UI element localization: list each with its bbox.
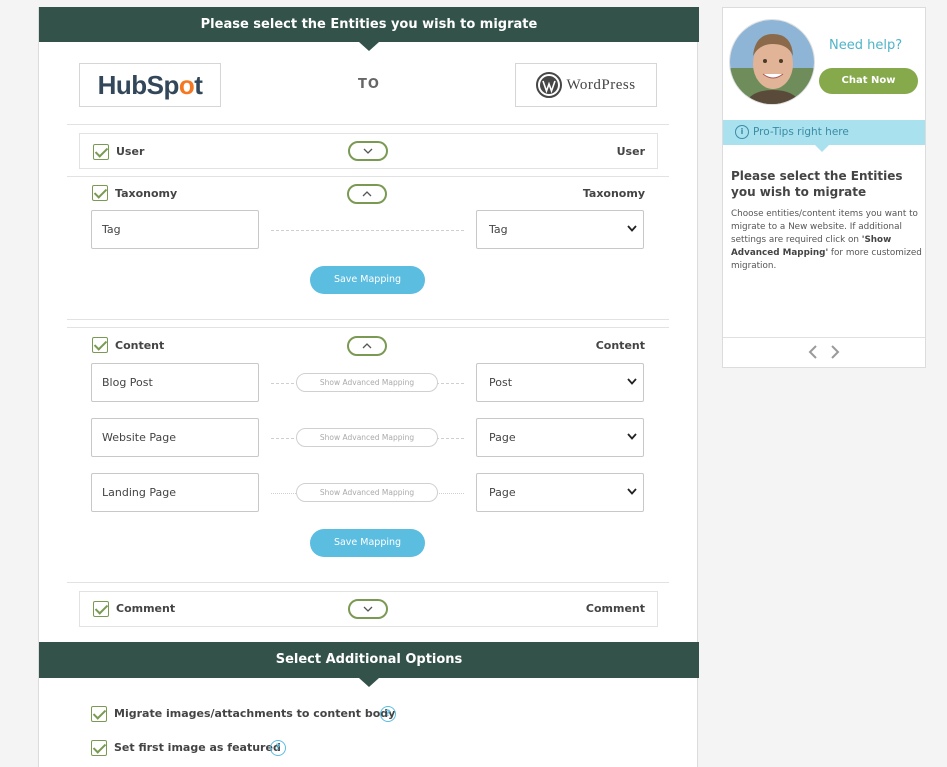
info-icon: i xyxy=(735,125,749,139)
user-expand-toggle[interactable] xyxy=(348,141,388,161)
content-label: Content xyxy=(115,339,165,352)
caret-down-icon xyxy=(627,378,637,385)
divider xyxy=(67,582,669,583)
entity-row-comment: Comment Comment xyxy=(79,591,658,627)
tip-body: Choose entities/content items you want t… xyxy=(731,208,923,273)
comment-target-label: Comment xyxy=(585,602,645,615)
to-label: TO xyxy=(358,77,380,92)
divider xyxy=(67,327,669,328)
content-collapse-toggle[interactable] xyxy=(347,336,387,356)
content-target-select[interactable]: Page xyxy=(476,473,644,512)
content-target-label: Content xyxy=(595,339,645,352)
carousel-prev-button[interactable] xyxy=(807,344,819,359)
entities-header-title: Please select the Entities you wish to m… xyxy=(200,17,538,32)
content-source-field: Landing Page xyxy=(91,473,259,512)
chat-now-button[interactable]: Chat Now xyxy=(819,68,918,94)
content-target-select[interactable]: Post xyxy=(476,363,644,402)
content-target-select[interactable]: Page xyxy=(476,418,644,457)
content-source-field: Website Page xyxy=(91,418,259,457)
divider xyxy=(67,176,669,177)
comment-checkbox[interactable] xyxy=(93,601,109,617)
wordpress-logo: WordPress xyxy=(515,63,657,107)
hubspot-logo-text-left: HubSp xyxy=(97,69,180,100)
migrate-images-checkbox[interactable] xyxy=(91,706,107,722)
entities-header: Please select the Entities you wish to m… xyxy=(39,7,699,51)
wordpress-logo-text: WordPress xyxy=(566,76,636,93)
divider xyxy=(67,319,669,320)
pro-tips-label: Pro-Tips right here xyxy=(753,126,849,138)
content-target-value: Page xyxy=(489,486,516,499)
taxonomy-save-mapping-button[interactable]: Save Mapping xyxy=(310,266,425,294)
taxonomy-label: Taxonomy xyxy=(115,187,178,200)
hubspot-logo: HubSpot xyxy=(79,63,221,107)
taxonomy-target-value: Tag xyxy=(489,223,508,236)
taxonomy-source-field: Tag xyxy=(91,210,259,249)
comment-label: Comment xyxy=(116,602,176,615)
caret-down-icon xyxy=(627,433,637,440)
hubspot-logo-text-right: t xyxy=(194,69,203,100)
taxonomy-target-select[interactable]: Tag xyxy=(476,210,644,249)
additional-options-title: Select Additional Options xyxy=(275,652,463,667)
carousel-next-button[interactable] xyxy=(829,344,841,359)
taxonomy-checkbox[interactable] xyxy=(92,185,108,201)
help-side-panel: Need help? Chat Now i Pro-Tips right her… xyxy=(722,7,926,368)
caret-down-icon xyxy=(627,225,637,232)
pro-tips-bar: i Pro-Tips right here xyxy=(723,120,925,152)
wordpress-icon xyxy=(536,72,563,98)
entity-row-user: User User xyxy=(79,133,658,169)
help-icon[interactable]: ? xyxy=(380,706,396,722)
divider xyxy=(67,124,669,125)
content-target-value: Post xyxy=(489,376,513,389)
taxonomy-collapse-toggle[interactable] xyxy=(347,184,387,204)
need-help-text: Need help? xyxy=(829,38,903,53)
user-label: User xyxy=(116,145,145,158)
comment-expand-toggle[interactable] xyxy=(348,599,388,619)
chevron-down-icon xyxy=(363,148,373,154)
mapping-connector xyxy=(271,230,464,231)
show-advanced-mapping-button[interactable]: Show Advanced Mapping xyxy=(296,373,438,392)
content-checkbox[interactable] xyxy=(92,337,108,353)
show-advanced-mapping-button[interactable]: Show Advanced Mapping xyxy=(296,428,438,447)
migration-panel: Please select the Entities you wish to m… xyxy=(38,7,699,767)
header-pointer xyxy=(359,42,379,51)
user-checkbox[interactable] xyxy=(93,144,109,160)
additional-options-header: Select Additional Options xyxy=(39,642,699,687)
user-target-label: User xyxy=(616,145,645,158)
chevron-up-icon xyxy=(362,343,372,349)
taxonomy-target-label: Taxonomy xyxy=(582,187,645,200)
help-icon[interactable]: ? xyxy=(270,740,286,756)
pro-tips-pointer xyxy=(815,145,829,152)
hubspot-sprocket: o xyxy=(178,69,195,100)
set-featured-image-checkbox[interactable] xyxy=(91,740,107,756)
support-avatar xyxy=(729,19,815,105)
migrate-images-label: Migrate images/attachments to content bo… xyxy=(114,707,396,720)
set-featured-image-label: Set first image as featured xyxy=(114,741,281,754)
avatar-photo xyxy=(730,20,814,104)
chevron-right-icon xyxy=(831,345,840,359)
tip-title: Please select the Entities you wish to m… xyxy=(731,169,903,199)
chevron-down-icon xyxy=(363,606,373,612)
content-save-mapping-button[interactable]: Save Mapping xyxy=(310,529,425,557)
caret-down-icon xyxy=(627,488,637,495)
chevron-up-icon xyxy=(362,191,372,197)
chevron-left-icon xyxy=(808,345,817,359)
content-target-value: Page xyxy=(489,431,516,444)
header-pointer xyxy=(359,678,379,687)
divider xyxy=(723,337,925,338)
content-source-field: Blog Post xyxy=(91,363,259,402)
show-advanced-mapping-button[interactable]: Show Advanced Mapping xyxy=(296,483,438,502)
